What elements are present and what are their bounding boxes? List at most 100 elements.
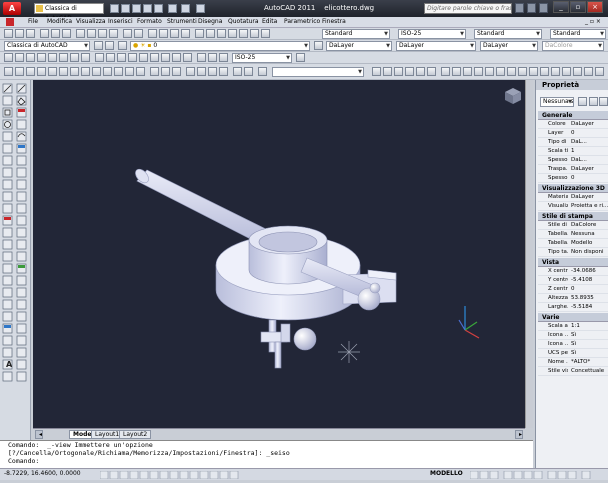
prop-row[interactable]: Z centro0 bbox=[538, 285, 608, 294]
command-line[interactable]: Comando: _-view Immettere un'opzione [?/C… bbox=[0, 440, 533, 468]
section-vista[interactable]: Vista bbox=[538, 258, 608, 267]
section-stile-di-stampa[interactable]: Stile di stampa bbox=[538, 212, 608, 221]
menu-modifica[interactable]: Modifica bbox=[47, 18, 72, 25]
selection-dropdown[interactable]: Nessuna se bbox=[540, 97, 574, 107]
ucs-previous-icon[interactable] bbox=[26, 67, 35, 76]
dim-style-select[interactable]: ISO-25 bbox=[232, 53, 292, 63]
continuous-orbit-icon[interactable] bbox=[172, 67, 181, 76]
wedge-icon[interactable] bbox=[573, 67, 582, 76]
section-generale[interactable]: Generale bbox=[538, 111, 608, 120]
tool-palettes-icon[interactable] bbox=[217, 29, 226, 38]
design-center-icon[interactable] bbox=[206, 29, 215, 38]
autocad-logo-icon[interactable]: A bbox=[3, 2, 21, 15]
free-orbit-icon[interactable] bbox=[161, 67, 170, 76]
prop-row[interactable]: Colore DaLayer bbox=[538, 120, 608, 129]
linear-dim-icon[interactable] bbox=[4, 53, 13, 62]
dim-style-dropdown[interactable]: ISO-25 bbox=[398, 29, 466, 39]
zoom-realtime-icon[interactable] bbox=[159, 29, 168, 38]
dropdown-arrow-icon[interactable] bbox=[196, 4, 205, 13]
menu-visualizza[interactable]: Visualizza bbox=[76, 18, 106, 25]
undo-icon[interactable] bbox=[168, 4, 177, 13]
intersect-icon[interactable] bbox=[507, 67, 516, 76]
radius-dim-icon[interactable] bbox=[48, 53, 57, 62]
tab-layout2[interactable]: Layout2 bbox=[119, 430, 152, 439]
center-mark-icon[interactable] bbox=[161, 53, 170, 62]
paste-icon[interactable] bbox=[98, 29, 107, 38]
prop-row[interactable]: Y centro-5.4108 bbox=[538, 276, 608, 285]
prop-row[interactable]: Larghe...-5.5184 bbox=[538, 303, 608, 312]
drawing-viewport[interactable] bbox=[33, 80, 525, 428]
new-file-icon[interactable] bbox=[110, 4, 119, 13]
menu-quotatura[interactable]: Quotatura bbox=[228, 18, 259, 25]
binoculars-icon[interactable] bbox=[515, 3, 524, 13]
pyramid-icon[interactable] bbox=[584, 67, 593, 76]
ucs-x-icon[interactable] bbox=[103, 67, 112, 76]
menu-inserisci[interactable]: Inserisci bbox=[108, 18, 133, 25]
prop-row[interactable]: Layer 0 bbox=[538, 129, 608, 138]
named-views-icon[interactable] bbox=[258, 67, 267, 76]
help-icon[interactable] bbox=[261, 29, 270, 38]
copy-icon[interactable] bbox=[87, 29, 96, 38]
dim-space-icon[interactable] bbox=[128, 53, 137, 62]
subtract-icon[interactable] bbox=[496, 67, 505, 76]
dim-update-icon[interactable] bbox=[219, 53, 228, 62]
prop-row[interactable]: UCS pe...Sì bbox=[538, 349, 608, 358]
polysolid-icon[interactable] bbox=[595, 67, 604, 76]
prop-row[interactable]: Scala ti...1 bbox=[538, 147, 608, 156]
search-input[interactable]: Digitare parole chiave o frase bbox=[424, 3, 512, 14]
ucs-3point-icon[interactable] bbox=[92, 67, 101, 76]
drafting-toggles[interactable] bbox=[99, 470, 400, 480]
3d-model-helicopter-part[interactable] bbox=[33, 80, 525, 428]
plot-icon[interactable] bbox=[40, 29, 49, 38]
prop-row[interactable]: Altezza 53.8935 bbox=[538, 294, 608, 303]
ucs-view-icon[interactable] bbox=[59, 67, 68, 76]
prop-row[interactable]: MaterialeDaLayer bbox=[538, 193, 608, 202]
open-icon[interactable] bbox=[15, 29, 24, 38]
jogged-dim-icon[interactable] bbox=[59, 53, 68, 62]
new-icon[interactable] bbox=[4, 29, 13, 38]
linetype-dropdown[interactable]: DaLayer bbox=[396, 41, 476, 51]
union-icon[interactable] bbox=[485, 67, 494, 76]
tolerance-icon[interactable] bbox=[150, 53, 159, 62]
sheet-set-icon[interactable] bbox=[228, 29, 237, 38]
torus-icon[interactable] bbox=[562, 67, 571, 76]
tab-nav-prev-icon[interactable]: ◂ bbox=[35, 430, 43, 439]
menu-parametrico[interactable]: Parametrico bbox=[284, 18, 320, 25]
command-prompt[interactable]: Comando: bbox=[8, 457, 533, 465]
menu-formato[interactable]: Formato bbox=[137, 18, 162, 25]
prop-row[interactable]: X centro-34.0686 bbox=[538, 267, 608, 276]
save-icon[interactable] bbox=[26, 29, 35, 38]
section-varie[interactable]: Varie bbox=[538, 313, 608, 322]
properties-icon[interactable] bbox=[195, 29, 204, 38]
calculator-icon[interactable] bbox=[250, 29, 259, 38]
dim-text-edit-icon[interactable] bbox=[208, 53, 217, 62]
menu-disegna[interactable]: Disegna bbox=[198, 18, 222, 25]
ucs-z-icon[interactable] bbox=[125, 67, 134, 76]
visual-styles-manager-icon[interactable] bbox=[427, 67, 436, 76]
ordinate-dim-icon[interactable] bbox=[37, 53, 46, 62]
save-as-icon[interactable] bbox=[143, 4, 152, 13]
menu-finestra[interactable]: Finestra bbox=[322, 18, 346, 25]
sphere-icon[interactable] bbox=[540, 67, 549, 76]
prop-row[interactable]: Visualiz...Proietta e ri... bbox=[538, 202, 608, 211]
redo-icon[interactable] bbox=[181, 4, 190, 13]
plotstyle-dropdown[interactable]: DaColore bbox=[542, 41, 604, 51]
markup-icon[interactable] bbox=[239, 29, 248, 38]
jogged-linear-icon[interactable] bbox=[183, 53, 192, 62]
box-icon[interactable] bbox=[518, 67, 527, 76]
prop-row[interactable]: Icona ... Sì bbox=[538, 340, 608, 349]
prop-row[interactable]: Stile di ...DaColore bbox=[538, 221, 608, 230]
vertical-scrollbar[interactable] bbox=[525, 80, 533, 428]
prop-row[interactable]: Tabella...Nessuna bbox=[538, 230, 608, 239]
text-style-dropdown[interactable]: Standard bbox=[322, 29, 390, 39]
workspace-settings-icon[interactable] bbox=[105, 41, 114, 50]
model-space-indicator[interactable]: MODELLO bbox=[430, 469, 463, 479]
print-icon[interactable] bbox=[154, 4, 163, 13]
extrude-icon[interactable] bbox=[441, 67, 450, 76]
dim-style-manager-icon[interactable] bbox=[296, 53, 305, 62]
cone-icon[interactable] bbox=[551, 67, 560, 76]
draw-tools-icons[interactable]: A bbox=[0, 80, 31, 440]
top-view-icon[interactable] bbox=[197, 67, 206, 76]
match-properties-icon[interactable] bbox=[109, 29, 118, 38]
baseline-dim-icon[interactable] bbox=[106, 53, 115, 62]
